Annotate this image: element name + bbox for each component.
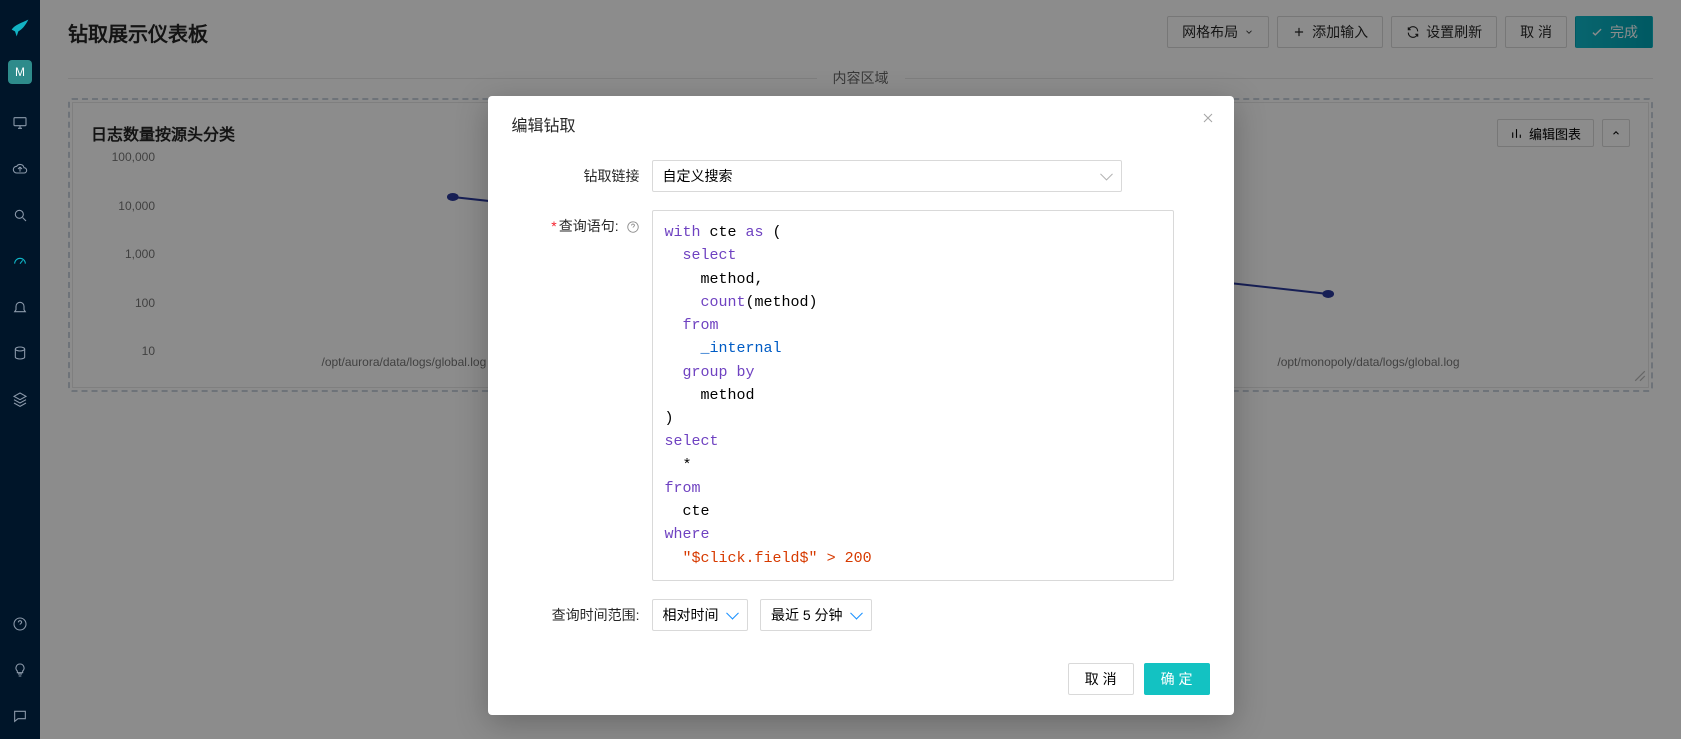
modal-title: 编辑钻取: [512, 118, 576, 135]
lightbulb-icon: [12, 662, 28, 678]
modal-body: 钻取链接 自定义搜索 *查询语句: with cte as ( select m…: [488, 152, 1234, 651]
nav-item-stack[interactable]: [0, 376, 40, 422]
nav-item-dashboard[interactable]: [0, 100, 40, 146]
cloud-upload-icon: [12, 161, 28, 177]
drill-link-value: 自定义搜索: [663, 166, 733, 186]
drill-link-select[interactable]: 自定义搜索: [652, 160, 1122, 192]
nav-item-data[interactable]: [0, 330, 40, 376]
side-nav: M: [0, 0, 40, 739]
query-help-icon[interactable]: [626, 220, 640, 234]
time-span-select[interactable]: 最近 5 分钟: [760, 599, 872, 631]
close-icon: [1200, 110, 1216, 126]
monitor-icon: [12, 115, 28, 131]
nav-item-upload[interactable]: [0, 146, 40, 192]
time-mode-select[interactable]: 相对时间: [652, 599, 748, 631]
time-mode-value: 相对时间: [663, 607, 719, 623]
edit-drill-modal: 编辑钻取 钻取链接 自定义搜索 *查询语句:: [488, 96, 1234, 715]
query-label-text: 查询语句:: [559, 218, 619, 234]
search-icon: [12, 207, 28, 223]
query-editor[interactable]: with cte as ( select method, count(metho…: [652, 210, 1174, 581]
chat-icon: [12, 708, 28, 724]
time-span-value: 最近 5 分钟: [771, 607, 843, 623]
nav-item-search[interactable]: [0, 192, 40, 238]
modal-cancel-button[interactable]: 取 消: [1068, 663, 1134, 695]
modal-footer: 取 消 确 定: [488, 651, 1234, 715]
nav-item-help[interactable]: [0, 601, 40, 647]
main-area: 钻取展示仪表板 网格布局 添加输入 设置刷新 取 消 完成 内容区域 日志数量按…: [40, 0, 1681, 739]
query-label: *查询语句:: [512, 210, 652, 242]
nav-item-feedback[interactable]: [0, 693, 40, 739]
layers-icon: [12, 391, 28, 407]
workspace-badge[interactable]: M: [8, 60, 32, 84]
drill-link-label: 钻取链接: [512, 160, 652, 192]
nav-item-tips[interactable]: [0, 647, 40, 693]
modal-close-button[interactable]: [1200, 110, 1216, 131]
modal-ok-button[interactable]: 确 定: [1144, 663, 1210, 695]
modal-header: 编辑钻取: [488, 96, 1234, 152]
nav-item-gauge[interactable]: [0, 238, 40, 284]
bell-icon: [12, 299, 28, 315]
gauge-icon: [12, 253, 28, 269]
app-logo: [0, 0, 40, 56]
bird-logo-icon: [10, 18, 30, 38]
database-icon: [12, 345, 28, 361]
nav-item-alerts[interactable]: [0, 284, 40, 330]
question-circle-icon: [12, 616, 28, 632]
question-circle-icon: [626, 220, 640, 234]
time-range-label: 查询时间范围:: [512, 599, 652, 631]
